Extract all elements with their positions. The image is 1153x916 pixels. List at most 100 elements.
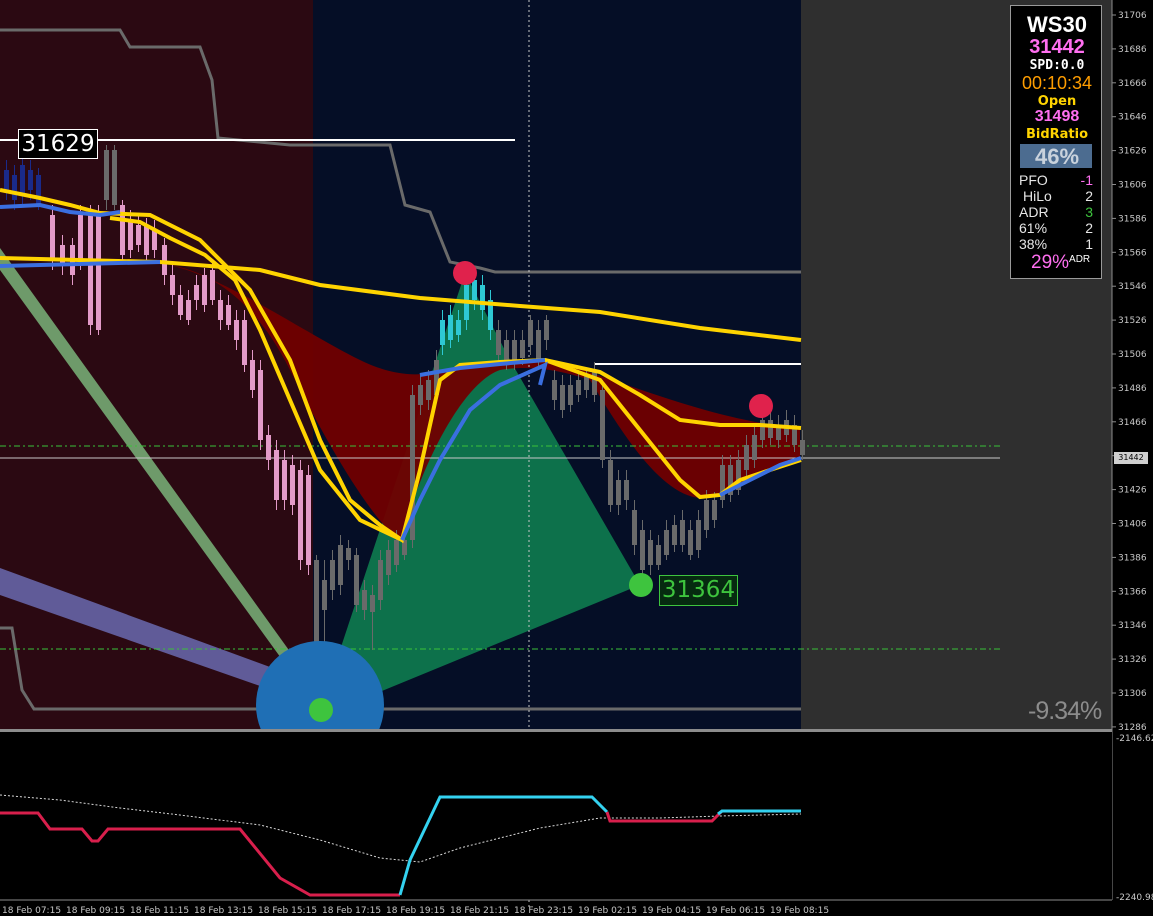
candle-body <box>50 215 55 260</box>
panel-row-key: PFO <box>1019 172 1048 188</box>
indicator-pane <box>0 732 1112 900</box>
candle-body <box>306 475 311 565</box>
candle-body <box>656 545 661 565</box>
candle-body <box>672 525 677 545</box>
candle-body <box>354 555 359 605</box>
price-axis-label: 31626 <box>1118 147 1147 157</box>
candle-body <box>472 280 477 300</box>
indicator-axis-top: -2146.62 <box>1116 734 1153 744</box>
candle-body <box>20 165 25 195</box>
panel-price: 31442 <box>1029 36 1085 58</box>
candle-body <box>552 380 557 400</box>
candle-body <box>560 385 565 410</box>
candle-body <box>418 385 423 405</box>
candle-body <box>226 305 231 325</box>
candle-body <box>504 340 509 360</box>
panel-row: ADR 3 <box>1011 204 1103 220</box>
panel-adr-pct-value: 29% <box>1031 252 1070 273</box>
low-marker-icon <box>629 573 653 597</box>
info-panel: WS30 31442 SPD:0.0 00:10:34 Open 31498 B… <box>1010 5 1102 279</box>
candle-body <box>152 230 157 250</box>
candle-body <box>648 540 653 565</box>
candle-body <box>704 500 709 530</box>
candle-body <box>178 295 183 315</box>
panel-row-key: ADR <box>1019 204 1049 220</box>
pane-separator[interactable] <box>0 729 1112 732</box>
candle-body <box>4 170 9 190</box>
candle-body <box>680 520 685 545</box>
time-axis-label: 19 Feb 06:15 <box>706 906 765 916</box>
low-marker-icon <box>309 698 333 722</box>
candle-body <box>528 320 533 345</box>
time-axis-label: 18 Feb 15:15 <box>258 906 317 916</box>
candle-body <box>712 500 717 520</box>
time-axis-label: 18 Feb 23:15 <box>514 906 573 916</box>
price-axis-label: 31566 <box>1118 248 1147 258</box>
candle-body <box>338 545 343 585</box>
low-price-label: 31364 <box>659 575 738 606</box>
candle-body <box>234 320 239 340</box>
panel-bidratio-label: BidRatio <box>1025 127 1089 142</box>
candle-body <box>456 320 461 335</box>
panel-row-value: 2 <box>1085 188 1093 204</box>
candle-body <box>36 175 41 205</box>
candle-body <box>144 225 149 255</box>
price-axis-label: 31646 <box>1118 113 1147 123</box>
candle-body <box>752 435 757 460</box>
price-axis-label: 31666 <box>1118 79 1147 89</box>
panel-open-label: Open <box>1037 94 1077 109</box>
candle-body <box>210 270 215 300</box>
candle-body <box>298 470 303 560</box>
candle-body <box>330 560 335 590</box>
candle-body <box>218 300 223 320</box>
price-axis-label: 31506 <box>1118 350 1147 360</box>
candle-body <box>608 460 613 505</box>
candle-body <box>362 590 367 610</box>
panel-bidratio-value: 46% <box>1034 144 1080 169</box>
price-axis-label: 31326 <box>1118 655 1147 665</box>
price-axis-label: 31466 <box>1118 418 1147 428</box>
candle-body <box>274 450 279 500</box>
candle-body <box>104 150 109 200</box>
panel-row-key: 38% <box>1019 236 1048 252</box>
panel-row: 61% 2 <box>1011 220 1103 236</box>
price-axis-label: 31686 <box>1118 45 1147 55</box>
panel-spread: SPD:0.0 <box>1029 58 1085 73</box>
candle-body <box>322 580 327 610</box>
price-axis-label: 31386 <box>1118 553 1147 563</box>
candle-body <box>520 340 525 358</box>
price-axis-label: 31346 <box>1118 621 1147 631</box>
percent-readout: -9.34% <box>1028 697 1102 725</box>
time-axis-label: 18 Feb 21:15 <box>450 906 509 916</box>
candle-body <box>28 170 33 190</box>
candle-body <box>128 220 133 250</box>
time-axis-label: 19 Feb 04:15 <box>642 906 701 916</box>
panel-row-value: 2 <box>1085 220 1093 236</box>
candle-body <box>576 380 581 395</box>
panel-row: HiLo 2 <box>1011 188 1103 204</box>
candle-body <box>96 215 101 330</box>
trading-chart[interactable]: 31706 31686 31666 31646 31626 31606 31586 31566… <box>0 0 1153 916</box>
candle-body <box>440 320 445 345</box>
candle-body <box>688 530 693 555</box>
candle-body <box>664 530 669 555</box>
candle-body <box>170 275 175 295</box>
panel-row: PFO -1 <box>1011 172 1103 188</box>
price-axis-label: 31286 <box>1118 723 1147 733</box>
candle-body <box>632 510 637 545</box>
candle-body <box>346 548 351 560</box>
high-marker-icon <box>453 261 477 285</box>
indicator-axis-bottom: -2240.98 <box>1116 893 1153 903</box>
candle-body <box>536 330 541 360</box>
candle-body <box>512 340 517 360</box>
time-axis-label: 18 Feb 13:15 <box>194 906 253 916</box>
candle-body <box>258 370 263 440</box>
candle-body <box>624 480 629 500</box>
panel-open-value: 31498 <box>1034 108 1080 125</box>
time-axis-label: 18 Feb 19:15 <box>386 906 445 916</box>
current-price-tag: 31442 <box>1114 452 1148 464</box>
candle-body <box>194 285 199 300</box>
panel-row-value: 1 <box>1085 236 1093 252</box>
time-axis-label: 18 Feb 17:15 <box>322 906 381 916</box>
panel-row: 38% 1 <box>1011 236 1103 252</box>
